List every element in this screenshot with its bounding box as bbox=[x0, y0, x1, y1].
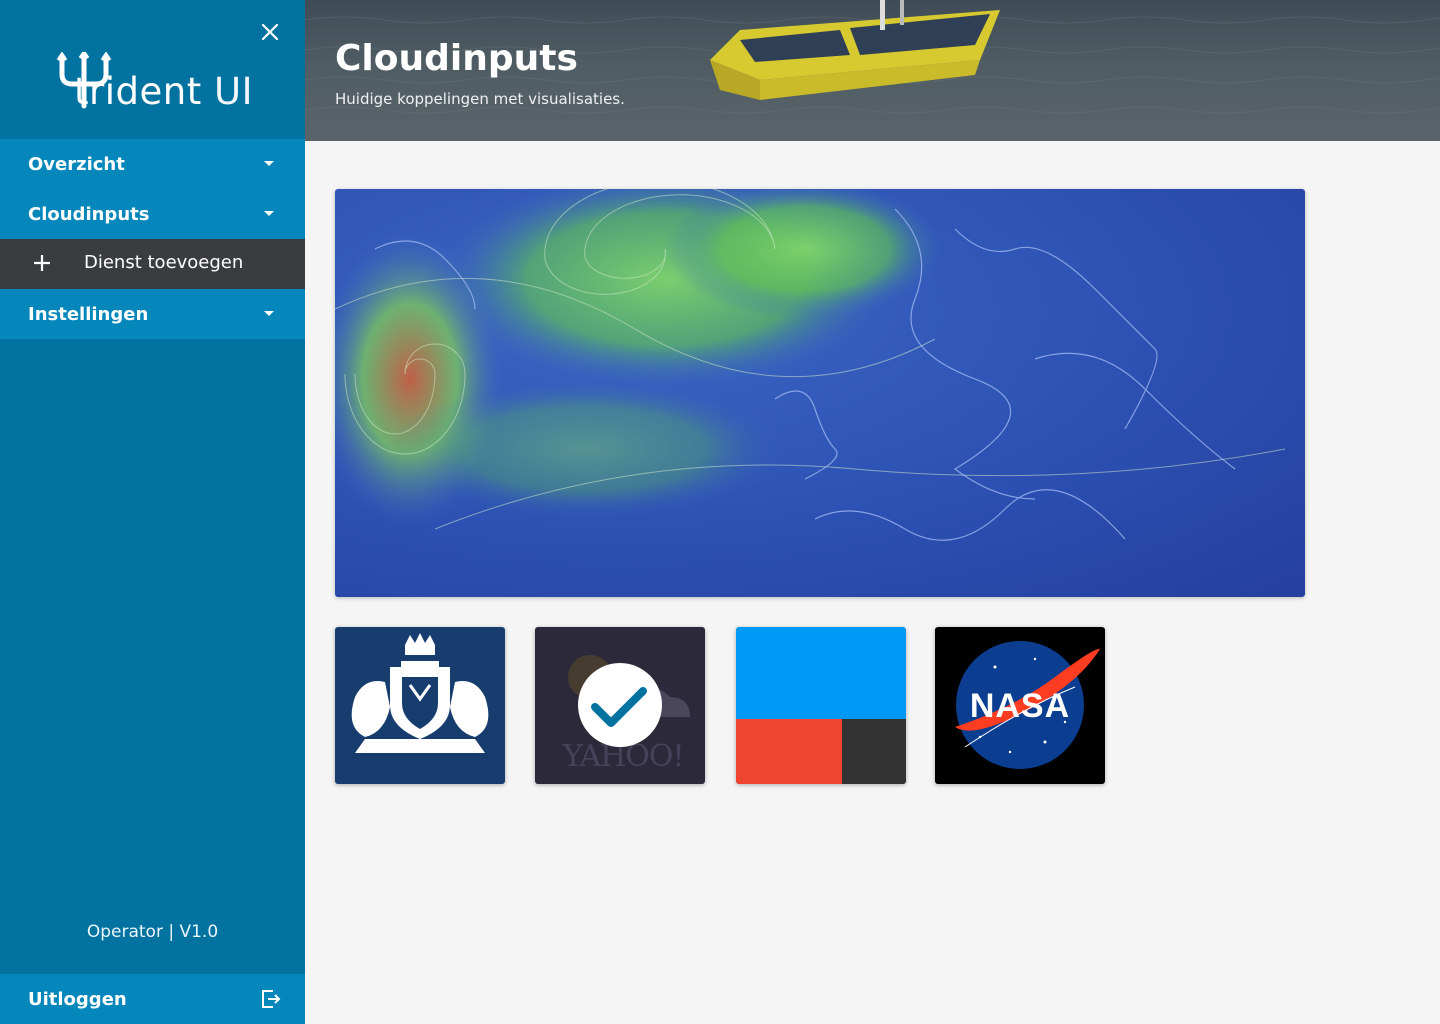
sidebar-item-label: Instellingen bbox=[28, 303, 149, 325]
sidebar-item-instellingen[interactable]: Instellingen bbox=[0, 289, 305, 339]
logout-label: Uitloggen bbox=[28, 988, 127, 1010]
boat-image bbox=[710, 0, 1000, 100]
logout-icon bbox=[262, 990, 281, 1008]
caret-down-icon bbox=[264, 311, 274, 316]
sidebar-header: trident UI bbox=[0, 0, 305, 139]
service-tile-color-blocks[interactable] bbox=[736, 627, 906, 784]
sidebar-subitem-dienst-toevoegen[interactable]: Dienst toevoegen bbox=[0, 239, 305, 289]
sidebar-item-cloudinputs[interactable]: Cloudinputs bbox=[0, 189, 305, 239]
service-tile-yahoo-weather[interactable]: YAHOO! bbox=[535, 627, 705, 784]
close-icon[interactable] bbox=[258, 20, 282, 44]
page-title: Cloudinputs bbox=[335, 38, 578, 79]
caret-down-icon bbox=[264, 161, 274, 166]
logout-button[interactable]: Uitloggen bbox=[0, 974, 305, 1024]
sidebar-subitem-label: Dienst toevoegen bbox=[84, 252, 244, 273]
sidebar-item-label: Overzicht bbox=[28, 153, 125, 175]
service-tile-nasa[interactable]: NASA bbox=[935, 627, 1105, 784]
app-logo: trident UI bbox=[74, 70, 253, 113]
coat-of-arms-logo bbox=[351, 633, 489, 753]
page-subtitle: Huidige koppelingen met visualisaties. bbox=[335, 90, 625, 108]
checkmark-icon bbox=[578, 663, 662, 747]
plus-icon bbox=[34, 255, 50, 271]
logo-suffix: UI bbox=[213, 70, 253, 113]
red-block bbox=[736, 719, 842, 784]
wind-map[interactable] bbox=[335, 189, 1305, 597]
version-label: Operator | V1.0 bbox=[86, 922, 219, 942]
caret-down-icon bbox=[264, 211, 274, 216]
nasa-logo-text: NASA bbox=[969, 687, 1071, 725]
sidebar-item-overzicht[interactable]: Overzicht bbox=[0, 139, 305, 189]
wind-map-visual bbox=[335, 189, 1286, 541]
dark-block bbox=[842, 719, 906, 784]
service-tile-rijksoverheid[interactable] bbox=[335, 627, 505, 784]
sidebar: trident UI Overzicht Cloudinputs Dienst … bbox=[0, 0, 305, 1024]
page-header: Cloudinputs Huidige koppelingen met visu… bbox=[305, 0, 1440, 141]
logo-brand: trident bbox=[74, 70, 202, 113]
sidebar-item-label: Cloudinputs bbox=[28, 203, 150, 225]
